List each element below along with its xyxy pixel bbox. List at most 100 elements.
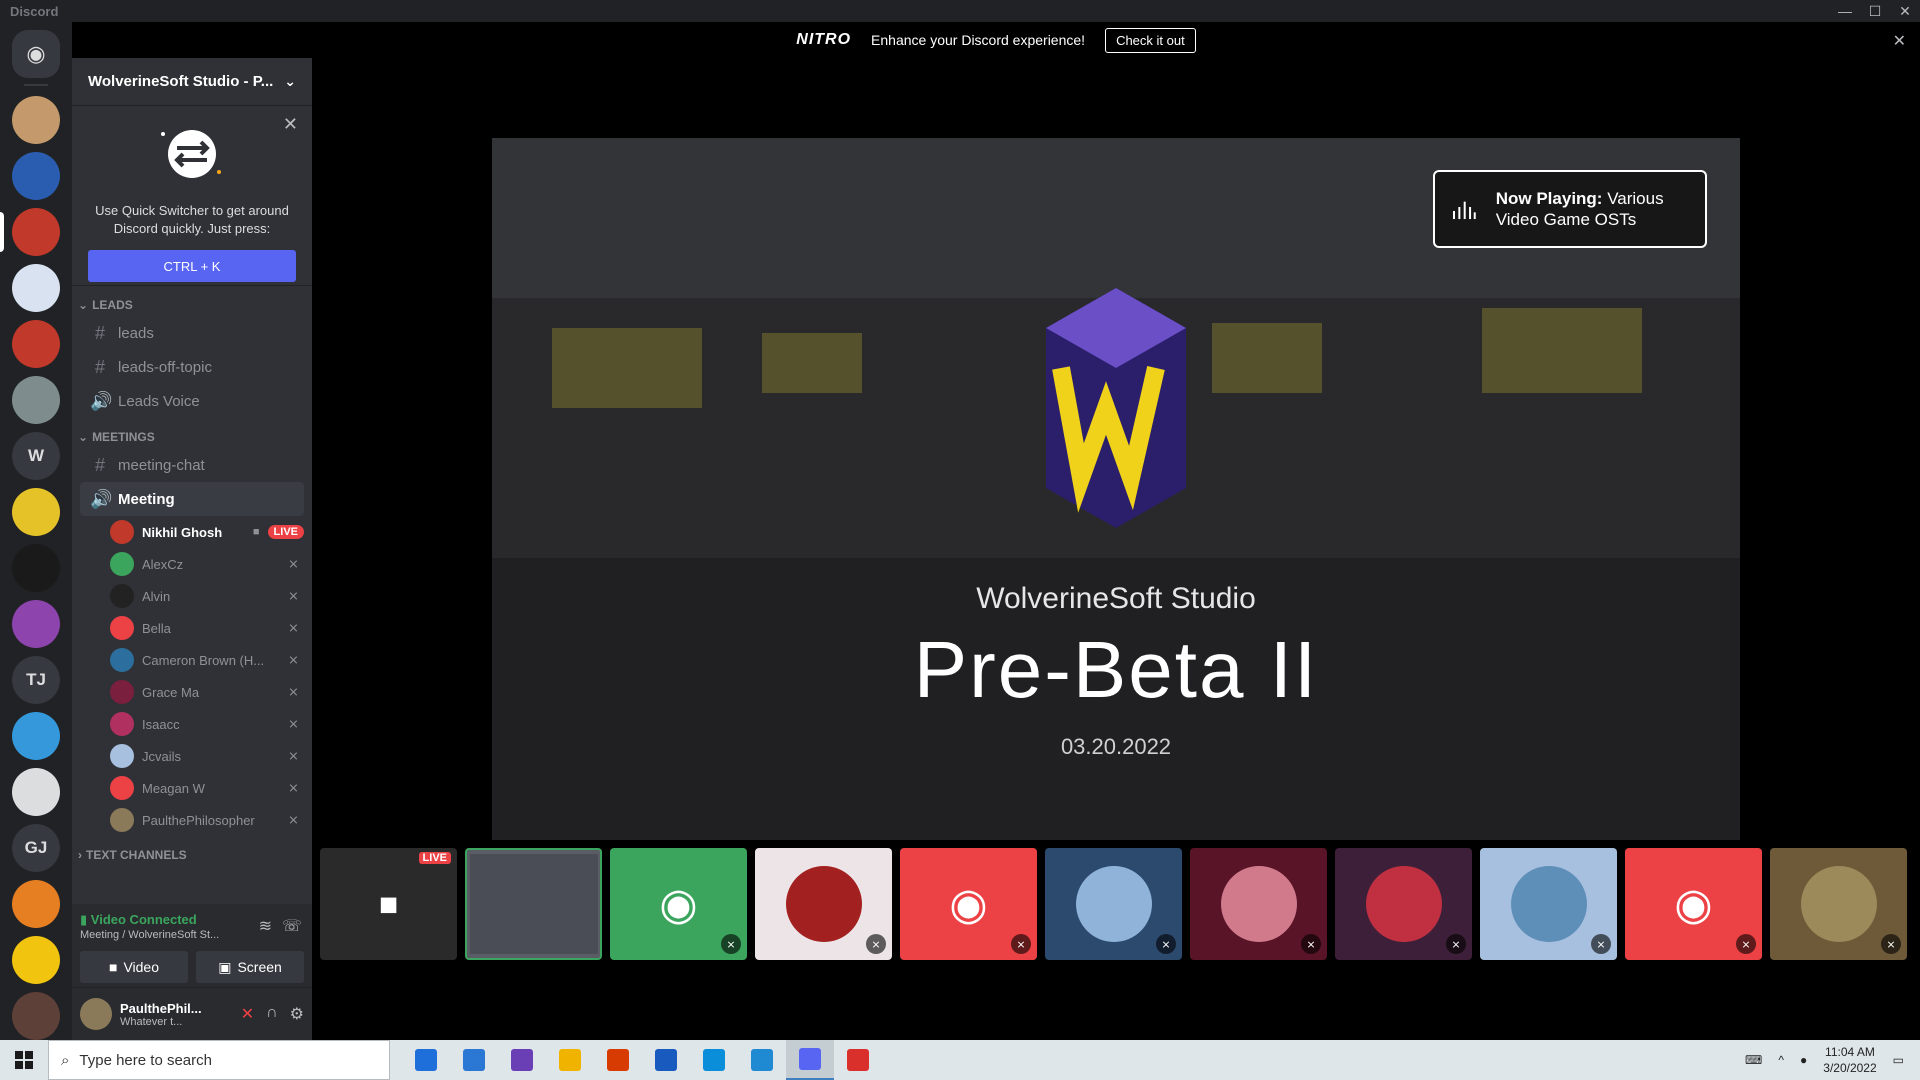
minimize-button[interactable]: —: [1830, 0, 1860, 22]
channel-leads-off-topic[interactable]: # leads-off-topic: [80, 350, 304, 384]
server-avatar[interactable]: [12, 936, 60, 984]
taskbar-search-input[interactable]: ⌕ Type here to search: [48, 1040, 390, 1080]
nitro-close-icon[interactable]: ✕: [1893, 31, 1906, 51]
nitro-cta-button[interactable]: Check it out: [1105, 27, 1196, 53]
server-avatar[interactable]: [12, 600, 60, 648]
taskbar-app[interactable]: [690, 1040, 738, 1080]
main-stream-view[interactable]: Now Playing: Various Video Game OSTs Wol…: [492, 138, 1740, 840]
taskbar-app[interactable]: [498, 1040, 546, 1080]
channel-meeting-chat[interactable]: # meeting-chat: [80, 448, 304, 482]
voice-user[interactable]: Isaacc ⨯: [110, 708, 304, 740]
taskbar-app[interactable]: [402, 1040, 450, 1080]
voice-user-name: Cameron Brown (H...: [142, 652, 265, 668]
category-meetings[interactable]: ⌄ MEETINGS: [72, 426, 312, 448]
app-icon: [751, 1049, 773, 1071]
screen-share-button[interactable]: ▣ Screen: [196, 951, 304, 983]
maximize-button[interactable]: ☐: [1860, 0, 1890, 22]
channel-label: meeting-chat: [118, 456, 205, 474]
close-window-button[interactable]: ✕: [1890, 0, 1920, 22]
taskbar-app[interactable]: [786, 1040, 834, 1080]
server-avatar[interactable]: [12, 992, 60, 1040]
voice-user[interactable]: Meagan W ⨯: [110, 772, 304, 804]
server-avatar[interactable]: [12, 264, 60, 312]
server-avatar[interactable]: [12, 712, 60, 760]
avatar: [1510, 866, 1587, 942]
voice-user-name: Alvin: [142, 588, 171, 604]
participant-tile[interactable]: ◉ ⨯: [1625, 848, 1762, 960]
participant-tile[interactable]: ⨯: [1480, 848, 1617, 960]
category-leads[interactable]: ⌄ LEADS: [72, 294, 312, 316]
taskbar-app[interactable]: [450, 1040, 498, 1080]
voice-user[interactable]: Cameron Brown (H... ⨯: [110, 644, 304, 676]
participant-tile[interactable]: ⨯: [1335, 848, 1472, 960]
voice-user[interactable]: Bella ⨯: [110, 612, 304, 644]
chevron-up-icon[interactable]: ^: [1778, 1053, 1784, 1067]
voice-user[interactable]: Nikhil Ghosh ■ LIVE: [110, 516, 304, 548]
video-button[interactable]: ■ Video: [80, 951, 188, 983]
server-avatar[interactable]: [12, 96, 60, 144]
voice-user[interactable]: Jcvails ⨯: [110, 740, 304, 772]
server-avatar[interactable]: [12, 152, 60, 200]
gear-icon[interactable]: ⚙: [290, 1004, 304, 1024]
taskbar-app[interactable]: [546, 1040, 594, 1080]
start-button[interactable]: [0, 1040, 48, 1080]
participant-tile[interactable]: ⨯: [1190, 848, 1327, 960]
voice-user[interactable]: Grace Ma ⨯: [110, 676, 304, 708]
voice-user[interactable]: Alvin ⨯: [110, 580, 304, 612]
participant-tile[interactable]: ⨯: [1045, 848, 1182, 960]
voice-user[interactable]: AlexCz ⨯: [110, 548, 304, 580]
participant-tile[interactable]: ■ LIVE: [320, 848, 457, 960]
participant-tile[interactable]: ⨯: [755, 848, 892, 960]
stream-preview: [469, 854, 598, 954]
keyboard-icon[interactable]: ⌨: [1745, 1053, 1762, 1067]
server-icon[interactable]: GJ: [12, 824, 60, 872]
server-avatar[interactable]: [12, 880, 60, 928]
taskbar-app[interactable]: [594, 1040, 642, 1080]
server-avatar[interactable]: [12, 208, 60, 256]
voice-status-text[interactable]: Video Connected: [91, 912, 197, 927]
server-avatar[interactable]: [12, 320, 60, 368]
now-playing-label: Now Playing:: [1495, 189, 1603, 208]
chevron-down-icon: ⌄: [78, 430, 89, 444]
server-avatar[interactable]: [12, 544, 60, 592]
notifications-icon[interactable]: ▭: [1893, 1053, 1904, 1067]
server-icon[interactable]: W: [12, 432, 60, 480]
active-server-indicator: [0, 212, 4, 252]
quick-switcher-line2: Discord quickly. Just press:: [113, 221, 271, 236]
avatar: [110, 520, 134, 544]
channel-label: leads: [118, 324, 154, 342]
server-separator: [24, 84, 48, 86]
category-text-channels[interactable]: › TEXT CHANNELS: [72, 844, 312, 866]
taskbar-app[interactable]: [834, 1040, 882, 1080]
close-icon[interactable]: ✕: [283, 114, 298, 135]
muted-microphone-icon: ⨯: [288, 780, 299, 795]
guild-header[interactable]: WolverineSoft Studio - P... ⌄: [72, 58, 312, 106]
participant-tile[interactable]: ◉ ⨯: [900, 848, 1037, 960]
muted-microphone-icon: ⨯: [288, 588, 299, 603]
server-avatar[interactable]: [12, 768, 60, 816]
microphone-muted-icon[interactable]: ✕: [241, 1004, 254, 1024]
taskbar-app[interactable]: [642, 1040, 690, 1080]
shortcut-button[interactable]: CTRL + K: [88, 250, 296, 282]
participant-tile[interactable]: [465, 848, 602, 960]
server-avatar[interactable]: [12, 376, 60, 424]
channel-meeting[interactable]: 🔊 Meeting: [80, 482, 304, 516]
microphone-icon[interactable]: ●: [1800, 1053, 1807, 1067]
disconnect-icon[interactable]: ☏: [282, 916, 302, 936]
channel-leads-voice[interactable]: 🔊 Leads Voice: [80, 384, 304, 418]
home-button[interactable]: ◉: [12, 30, 60, 78]
server-avatar[interactable]: [12, 488, 60, 536]
voice-user[interactable]: PaulthePhilosopher ⨯: [110, 804, 304, 836]
participant-tile[interactable]: ⨯: [1770, 848, 1907, 960]
screen-icon: ▣: [218, 958, 232, 975]
taskbar-clock[interactable]: 11:04 AM 3/20/2022: [1823, 1044, 1876, 1076]
participant-tiles: ■ LIVE ◉ ⨯ ⨯ ◉ ⨯ ⨯ ⨯ ⨯ ⨯ ◉ ⨯ ⨯: [320, 848, 1907, 960]
participant-tile[interactable]: ◉ ⨯: [610, 848, 747, 960]
taskbar-app[interactable]: [738, 1040, 786, 1080]
server-icon[interactable]: TJ: [12, 656, 60, 704]
channel-leads[interactable]: # leads: [80, 316, 304, 350]
avatar: [1220, 866, 1297, 942]
headphones-icon[interactable]: ∩: [266, 1004, 278, 1024]
noise-suppression-icon[interactable]: ≋: [259, 916, 272, 936]
avatar[interactable]: [80, 998, 112, 1030]
